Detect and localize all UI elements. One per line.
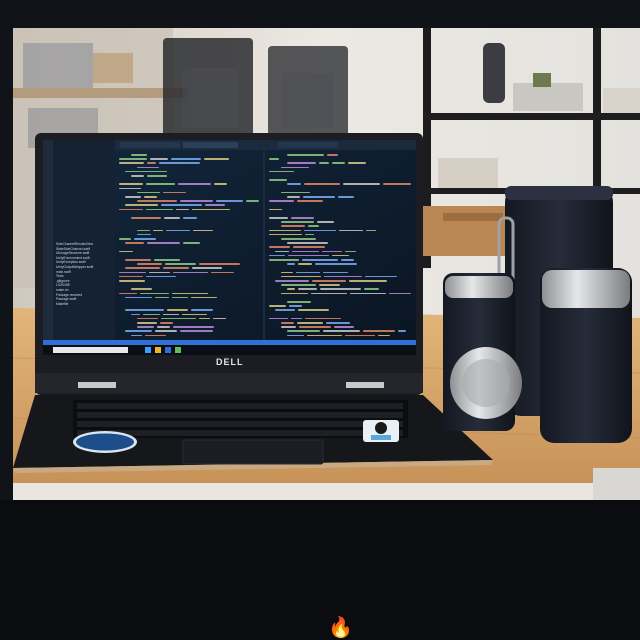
desk-photo: SideChannelResultsView StateSideChannel.s…	[13, 28, 640, 500]
photo-frame: SideChannelResultsView StateSideChannel.s…	[0, 0, 640, 640]
file-explorer: SideChannelResultsView StateSideChannel.s…	[56, 242, 114, 306]
bottom-bar: 🔥	[0, 500, 640, 640]
explorer-file[interactable]: Makefile	[56, 302, 114, 307]
explorer-file-list: SideChannelResultsView StateSideChannel.s…	[56, 242, 114, 306]
fire-icon: 🔥	[328, 617, 353, 639]
brand-logo: DELL	[216, 357, 244, 367]
